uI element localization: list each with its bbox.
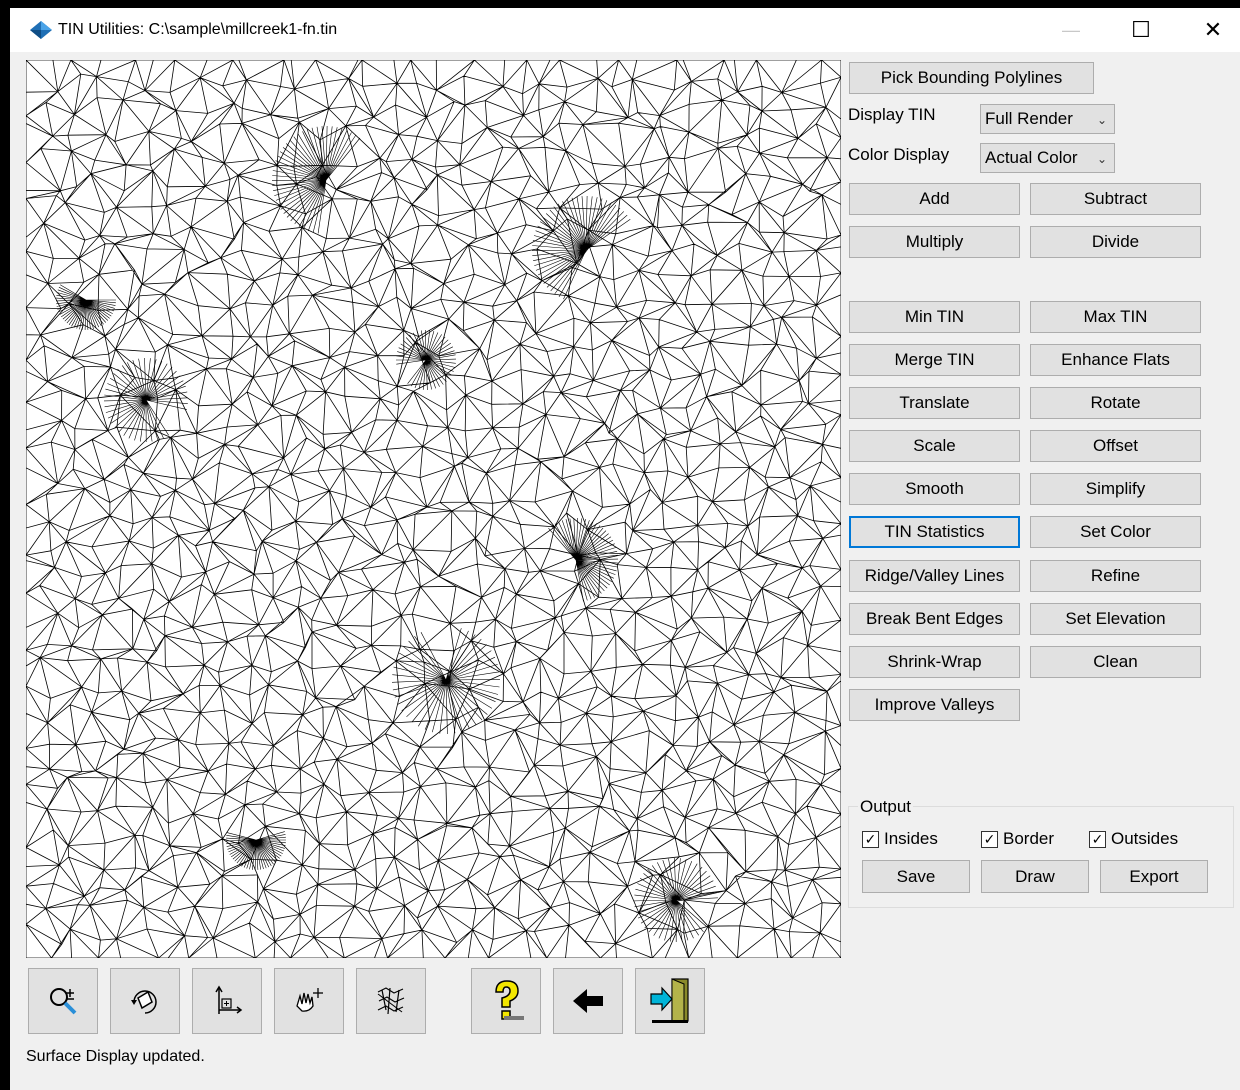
color-display-value: Actual Color xyxy=(985,148,1078,167)
close-button[interactable]: ✕ xyxy=(1190,8,1236,52)
translate-button[interactable]: Translate xyxy=(849,387,1020,419)
multiply-button[interactable]: Multiply xyxy=(849,226,1020,258)
display-tin-value: Full Render xyxy=(985,109,1073,128)
tin-utilities-window: TIN Utilities: C:\sample\millcreek1-fn.t… xyxy=(10,8,1240,1090)
rotate-view-button[interactable] xyxy=(110,968,180,1034)
plan-view-button[interactable] xyxy=(192,968,262,1034)
rotate-button[interactable]: Rotate xyxy=(1030,387,1201,419)
ridge-valley-lines-button[interactable]: Ridge/Valley Lines xyxy=(849,560,1020,592)
pick-bounding-polylines-button[interactable]: Pick Bounding Polylines xyxy=(849,62,1094,94)
output-group-title: Output xyxy=(858,797,914,817)
checkmark-icon: ✓ xyxy=(1091,831,1104,847)
add-button[interactable]: Add xyxy=(849,183,1020,215)
checkmark-icon: ✓ xyxy=(864,831,877,847)
rotate-view-icon xyxy=(131,990,157,1014)
minimize-button[interactable]: — xyxy=(1048,8,1094,52)
color-display-select[interactable]: Actual Color ⌄ xyxy=(980,143,1115,173)
mesh-edges xyxy=(26,60,841,958)
border-checkbox[interactable]: ✓ Border xyxy=(981,829,1054,849)
save-button[interactable]: Save xyxy=(862,860,970,893)
plan-view-icon xyxy=(215,985,243,1014)
border-label: Border xyxy=(1003,829,1055,848)
zoom-icon xyxy=(50,988,77,1015)
pan-button[interactable] xyxy=(274,968,344,1034)
enhance-flats-button[interactable]: Enhance Flats xyxy=(1030,344,1201,376)
insides-checkbox[interactable]: ✓ Insides xyxy=(862,829,938,849)
window-title: TIN Utilities: C:\sample\millcreek1-fn.t… xyxy=(58,21,338,38)
simplify-button[interactable]: Simplify xyxy=(1030,473,1201,505)
tin-statistics-button[interactable]: TIN Statistics xyxy=(849,516,1020,548)
checkbox-box: ✓ xyxy=(862,830,879,848)
smooth-button[interactable]: Smooth xyxy=(849,473,1020,505)
maximize-button[interactable]: ☐ xyxy=(1118,8,1164,52)
wireframe-icon xyxy=(377,987,405,1015)
chevron-down-icon: ⌄ xyxy=(1096,113,1107,127)
insides-label: Insides xyxy=(884,829,938,848)
exit-button[interactable] xyxy=(635,968,705,1034)
wireframe-button[interactable] xyxy=(356,968,426,1034)
export-button[interactable]: Export xyxy=(1100,860,1208,893)
title-bar: TIN Utilities: C:\sample\millcreek1-fn.t… xyxy=(10,8,1240,52)
app-diamond-icon xyxy=(30,21,52,39)
outsides-checkbox[interactable]: ✓ Outsides xyxy=(1089,829,1178,849)
improve-valleys-button[interactable]: Improve Valleys xyxy=(849,689,1020,721)
display-tin-label: Display TIN xyxy=(848,105,936,124)
scale-button[interactable]: Scale xyxy=(849,430,1020,462)
checkmark-icon: ✓ xyxy=(983,831,996,847)
subtract-button[interactable]: Subtract xyxy=(1030,183,1201,215)
min-tin-button[interactable]: Min TIN xyxy=(849,301,1020,333)
refine-button[interactable]: Refine xyxy=(1030,560,1201,592)
max-tin-button[interactable]: Max TIN xyxy=(1030,301,1201,333)
set-elevation-button[interactable]: Set Elevation xyxy=(1030,603,1201,635)
outsides-label: Outsides xyxy=(1111,829,1179,848)
checkbox-box: ✓ xyxy=(1089,830,1106,848)
display-tin-select[interactable]: Full Render ⌄ xyxy=(980,104,1115,134)
draw-button[interactable]: Draw xyxy=(981,860,1089,893)
checkbox-box: ✓ xyxy=(981,830,998,848)
color-display-label: Color Display xyxy=(848,145,950,164)
zoom-button[interactable] xyxy=(28,968,98,1034)
divide-button[interactable]: Divide xyxy=(1030,226,1201,258)
status-text: Surface Display updated. xyxy=(26,1048,205,1065)
exit-door-icon xyxy=(650,978,689,1023)
back-button[interactable] xyxy=(553,968,623,1034)
offset-button[interactable]: Offset xyxy=(1030,430,1201,462)
set-color-button[interactable]: Set Color xyxy=(1030,516,1201,548)
mesh-fans xyxy=(55,125,718,943)
tin-viewport[interactable] xyxy=(26,60,841,958)
clean-button[interactable]: Clean xyxy=(1030,646,1201,678)
help-button[interactable] xyxy=(471,968,541,1034)
merge-tin-button[interactable]: Merge TIN xyxy=(849,344,1020,376)
shrink-wrap-button[interactable]: Shrink-Wrap xyxy=(849,646,1020,678)
back-arrow-icon xyxy=(573,989,603,1013)
chevron-down-icon: ⌄ xyxy=(1096,152,1107,166)
help-icon xyxy=(495,980,524,1020)
tin-mesh xyxy=(26,60,841,958)
break-bent-edges-button[interactable]: Break Bent Edges xyxy=(849,603,1020,635)
pan-hand-icon xyxy=(296,988,323,1012)
